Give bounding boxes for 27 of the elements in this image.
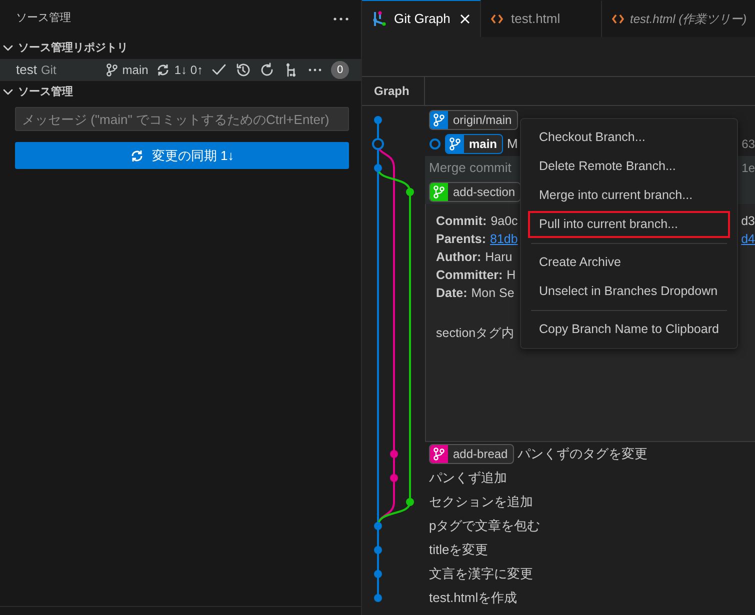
field-value: H [506,267,516,284]
commit-message: titleを変更 [429,541,488,560]
field-value: 9a0c [490,213,518,230]
repository-name: test [16,61,37,80]
field-label: Parents: [436,231,486,248]
column-header: Graph [374,83,410,100]
commit-message: パンくず追加 [429,469,507,488]
count-badge: 0 [331,61,349,79]
commit-message: test.htmlを作成 [429,589,518,608]
provider-label: Git [40,62,56,79]
field-label: Commit: [436,213,487,230]
commit-message: M [507,135,518,154]
commit-body: sectionタグ内 [436,325,515,342]
field-label: Date: [436,285,468,302]
commit-message: セクションを追加 [429,493,533,512]
panel-title: ソース管理 [16,11,71,26]
field-value: Haru [485,249,512,266]
commit-message: 文言を漢字に変更 [429,565,533,584]
field-label: Author: [436,249,482,266]
commit-message: パンくずのタグを変更 [518,445,648,464]
field-value: Mon Se [471,285,514,302]
table-cell-text: 1e [742,160,755,177]
commit-message: Merge commit [429,159,512,178]
field-label: Committer: [436,267,503,284]
field-value: d3 [741,213,755,230]
commit-message: pタグで文章を包む [429,517,540,536]
table-cell-text: 63 [742,136,755,153]
